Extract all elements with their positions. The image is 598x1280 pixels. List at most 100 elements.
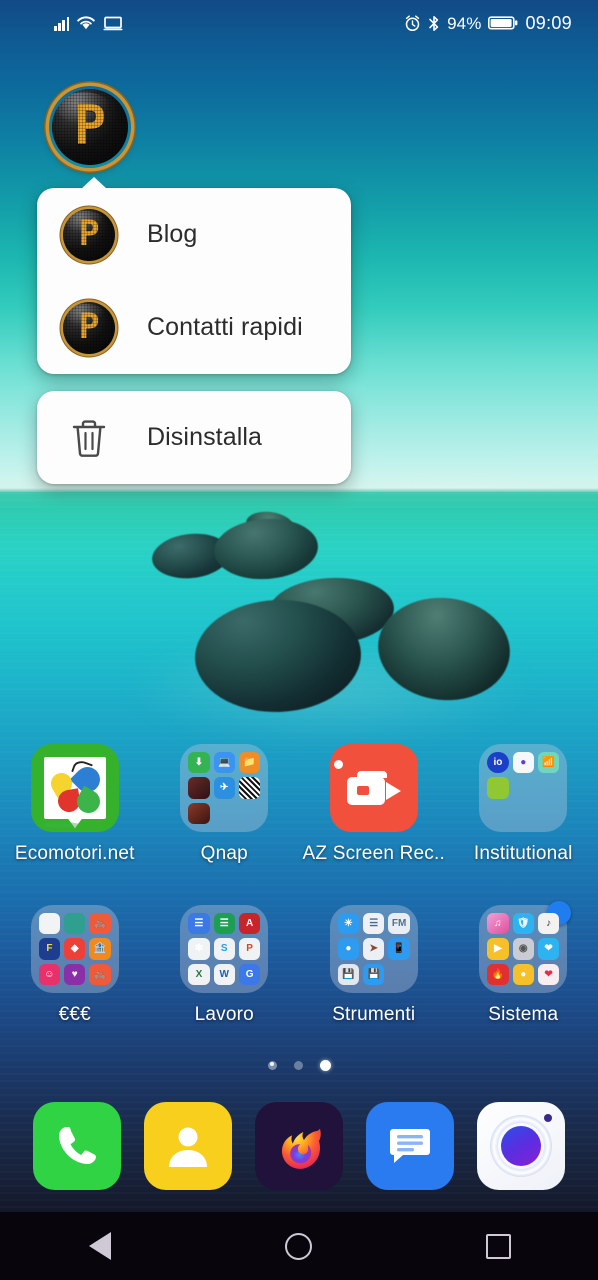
home-nav-button[interactable]: [239, 1212, 359, 1280]
folder-item-euro[interactable]: 🚲 F ◆ 🏦 ☺ ♥ 🚲 €€€: [0, 897, 150, 1026]
folder-icon[interactable]: ⬇ 💻 📁 ✈: [180, 744, 269, 832]
shortcut-item-blog[interactable]: P Blog: [37, 188, 351, 281]
shortcut-item-label: Contatti rapidi: [147, 313, 303, 341]
bluetooth-icon: [429, 15, 439, 31]
recents-nav-button[interactable]: [438, 1212, 558, 1280]
folder-item-strumenti[interactable]: ☀ ☰ FM ● ➤ 📱 💾 💾 Strumenti: [299, 897, 449, 1026]
app-item-az-screen-recorder[interactable]: AZ Screen Rec..: [299, 736, 449, 865]
camera-iris: [500, 1126, 541, 1166]
folder-tile: 💻: [213, 752, 235, 774]
folder-tile-empty: [214, 803, 235, 824]
folder-tile: A: [238, 913, 261, 935]
folder-icon[interactable]: ☀ ☰ FM ● ➤ 📱 💾 💾: [329, 905, 418, 993]
folder-tile: ●: [512, 752, 534, 774]
folder-tile: [38, 913, 61, 935]
ecomotori-icon[interactable]: [30, 744, 119, 832]
folder-icon[interactable]: 🚲 F ◆ 🏦 ☺ ♥ 🚲: [30, 905, 119, 993]
folder-tile: FM: [388, 913, 410, 935]
pressed-app-icon[interactable]: P: [49, 86, 131, 168]
folder-tile: ❤: [537, 938, 560, 960]
app-label: Qnap: [200, 843, 248, 864]
folder-tile: [188, 777, 210, 799]
phone-app[interactable]: [33, 1102, 122, 1190]
folder-icon[interactable]: ♫ 🛡 ♪ ▶ ◉ ❤ 🔥 ● ❤: [479, 901, 572, 993]
page-indicator[interactable]: [0, 1060, 598, 1071]
cellular-signal-icon: [54, 16, 70, 31]
camera-lens-ring: [489, 1115, 552, 1177]
folder-tile: 🏦: [89, 938, 111, 960]
folder-tile: ♫: [487, 913, 509, 935]
home-app-grid: Ecomotori.net ⬇ 💻 📁 ✈ Qnap AZ Screen Rec…: [0, 736, 598, 1026]
folder-tile: ❤: [537, 963, 560, 985]
dock: [0, 1098, 598, 1194]
contacts-icon: [169, 1127, 208, 1167]
folder-tile: ⬇: [188, 752, 210, 774]
firefox-app[interactable]: [254, 1102, 343, 1190]
icon-pixel-texture: [63, 208, 115, 261]
uninstall-label: Disinstalla: [147, 423, 263, 451]
folder-tile: ✻: [188, 938, 210, 960]
uninstall-card[interactable]: Disinstalla: [37, 391, 351, 484]
folder-tile: io: [487, 752, 509, 774]
trash-icon-wrap: [63, 416, 115, 460]
page-dot[interactable]: [293, 1061, 303, 1070]
camera-indicator-dot: [543, 1114, 552, 1122]
folder-tile: 💾: [337, 963, 360, 985]
folder-tile: S: [213, 938, 235, 960]
folder-tile: [188, 802, 210, 824]
folder-icon[interactable]: ☰ ☰ A ✻ S P X W G: [180, 905, 269, 993]
status-bar-right: 94% 09:09: [404, 14, 572, 32]
camera-app[interactable]: [476, 1102, 565, 1190]
battery-percent-label: 94%: [447, 13, 482, 33]
folder-tile: ♥: [64, 963, 86, 985]
back-nav-button[interactable]: [40, 1212, 160, 1280]
folder-tile: 📁: [238, 752, 261, 774]
folder-tile: ☀: [337, 913, 360, 935]
record-dot: [333, 760, 343, 769]
app-shortcut-icon: P: [63, 301, 115, 354]
messages-icon: [389, 1129, 430, 1163]
folder-tile-empty: [388, 964, 409, 985]
alarm-clock-icon: [405, 14, 420, 31]
app-item-ecomotori[interactable]: Ecomotori.net: [0, 736, 150, 865]
shortcut-item-contatti-rapidi[interactable]: P Contatti rapidi: [37, 281, 351, 374]
folder-tile: ▶: [487, 938, 509, 960]
folder-tile: 📱: [388, 938, 410, 960]
folder-tile-empty: [487, 803, 508, 824]
uninstall-row[interactable]: Disinstalla: [37, 391, 351, 484]
folder-tile: 🔥: [487, 963, 509, 985]
icon-shadow: [43, 822, 80, 828]
screen-cast-icon: [103, 16, 123, 31]
folder-tile: ☰: [213, 913, 235, 935]
page-dot-home[interactable]: [267, 1061, 277, 1070]
page-dot-active[interactable]: [319, 1060, 331, 1071]
folder-icon[interactable]: io ● 📶: [479, 744, 568, 832]
folder-tile: W: [213, 963, 235, 985]
app-grid-row: Ecomotori.net ⬇ 💻 📁 ✈ Qnap AZ Screen Rec…: [0, 736, 598, 865]
folder-tile-empty: [513, 803, 534, 824]
folder-tile: ●: [512, 963, 534, 985]
back-nav-icon: [88, 1232, 111, 1260]
folder-item-institutional[interactable]: io ● 📶 Institutional: [449, 736, 598, 865]
folder-tile: ◆: [64, 938, 86, 960]
android-home-screen: 94% 09:09 P P Blog: [0, 0, 598, 1280]
contacts-app[interactable]: [144, 1102, 233, 1190]
messages-app[interactable]: [365, 1102, 454, 1190]
folder-item-lavoro[interactable]: ☰ ☰ A ✻ S P X W G Lavoro: [150, 897, 300, 1026]
folder-tile: [238, 777, 261, 799]
trash-icon: [72, 419, 106, 457]
folder-tile: [64, 913, 86, 935]
app-icon-letter: P: [73, 93, 107, 157]
folder-item-sistema[interactable]: ♫ 🛡 ♪ ▶ ◉ ❤ 🔥 ● ❤ Sistema: [449, 897, 598, 1026]
folder-item-qnap[interactable]: ⬇ 💻 📁 ✈ Qnap: [150, 736, 300, 865]
shortcut-list-card: P Blog P Contatti rapidi: [37, 177, 351, 374]
clock-label: 09:09: [525, 13, 572, 33]
folder-tile: ➤: [363, 938, 385, 960]
app-label: Ecomotori.net: [14, 843, 135, 864]
home-nav-icon: [285, 1232, 313, 1260]
folder-tile: 📶: [537, 752, 560, 774]
az-screen-recorder-icon[interactable]: [329, 744, 418, 832]
app-label: Strumenti: [332, 1004, 416, 1025]
folder-tile: 💾: [363, 963, 385, 985]
folder-tile: [487, 777, 509, 799]
